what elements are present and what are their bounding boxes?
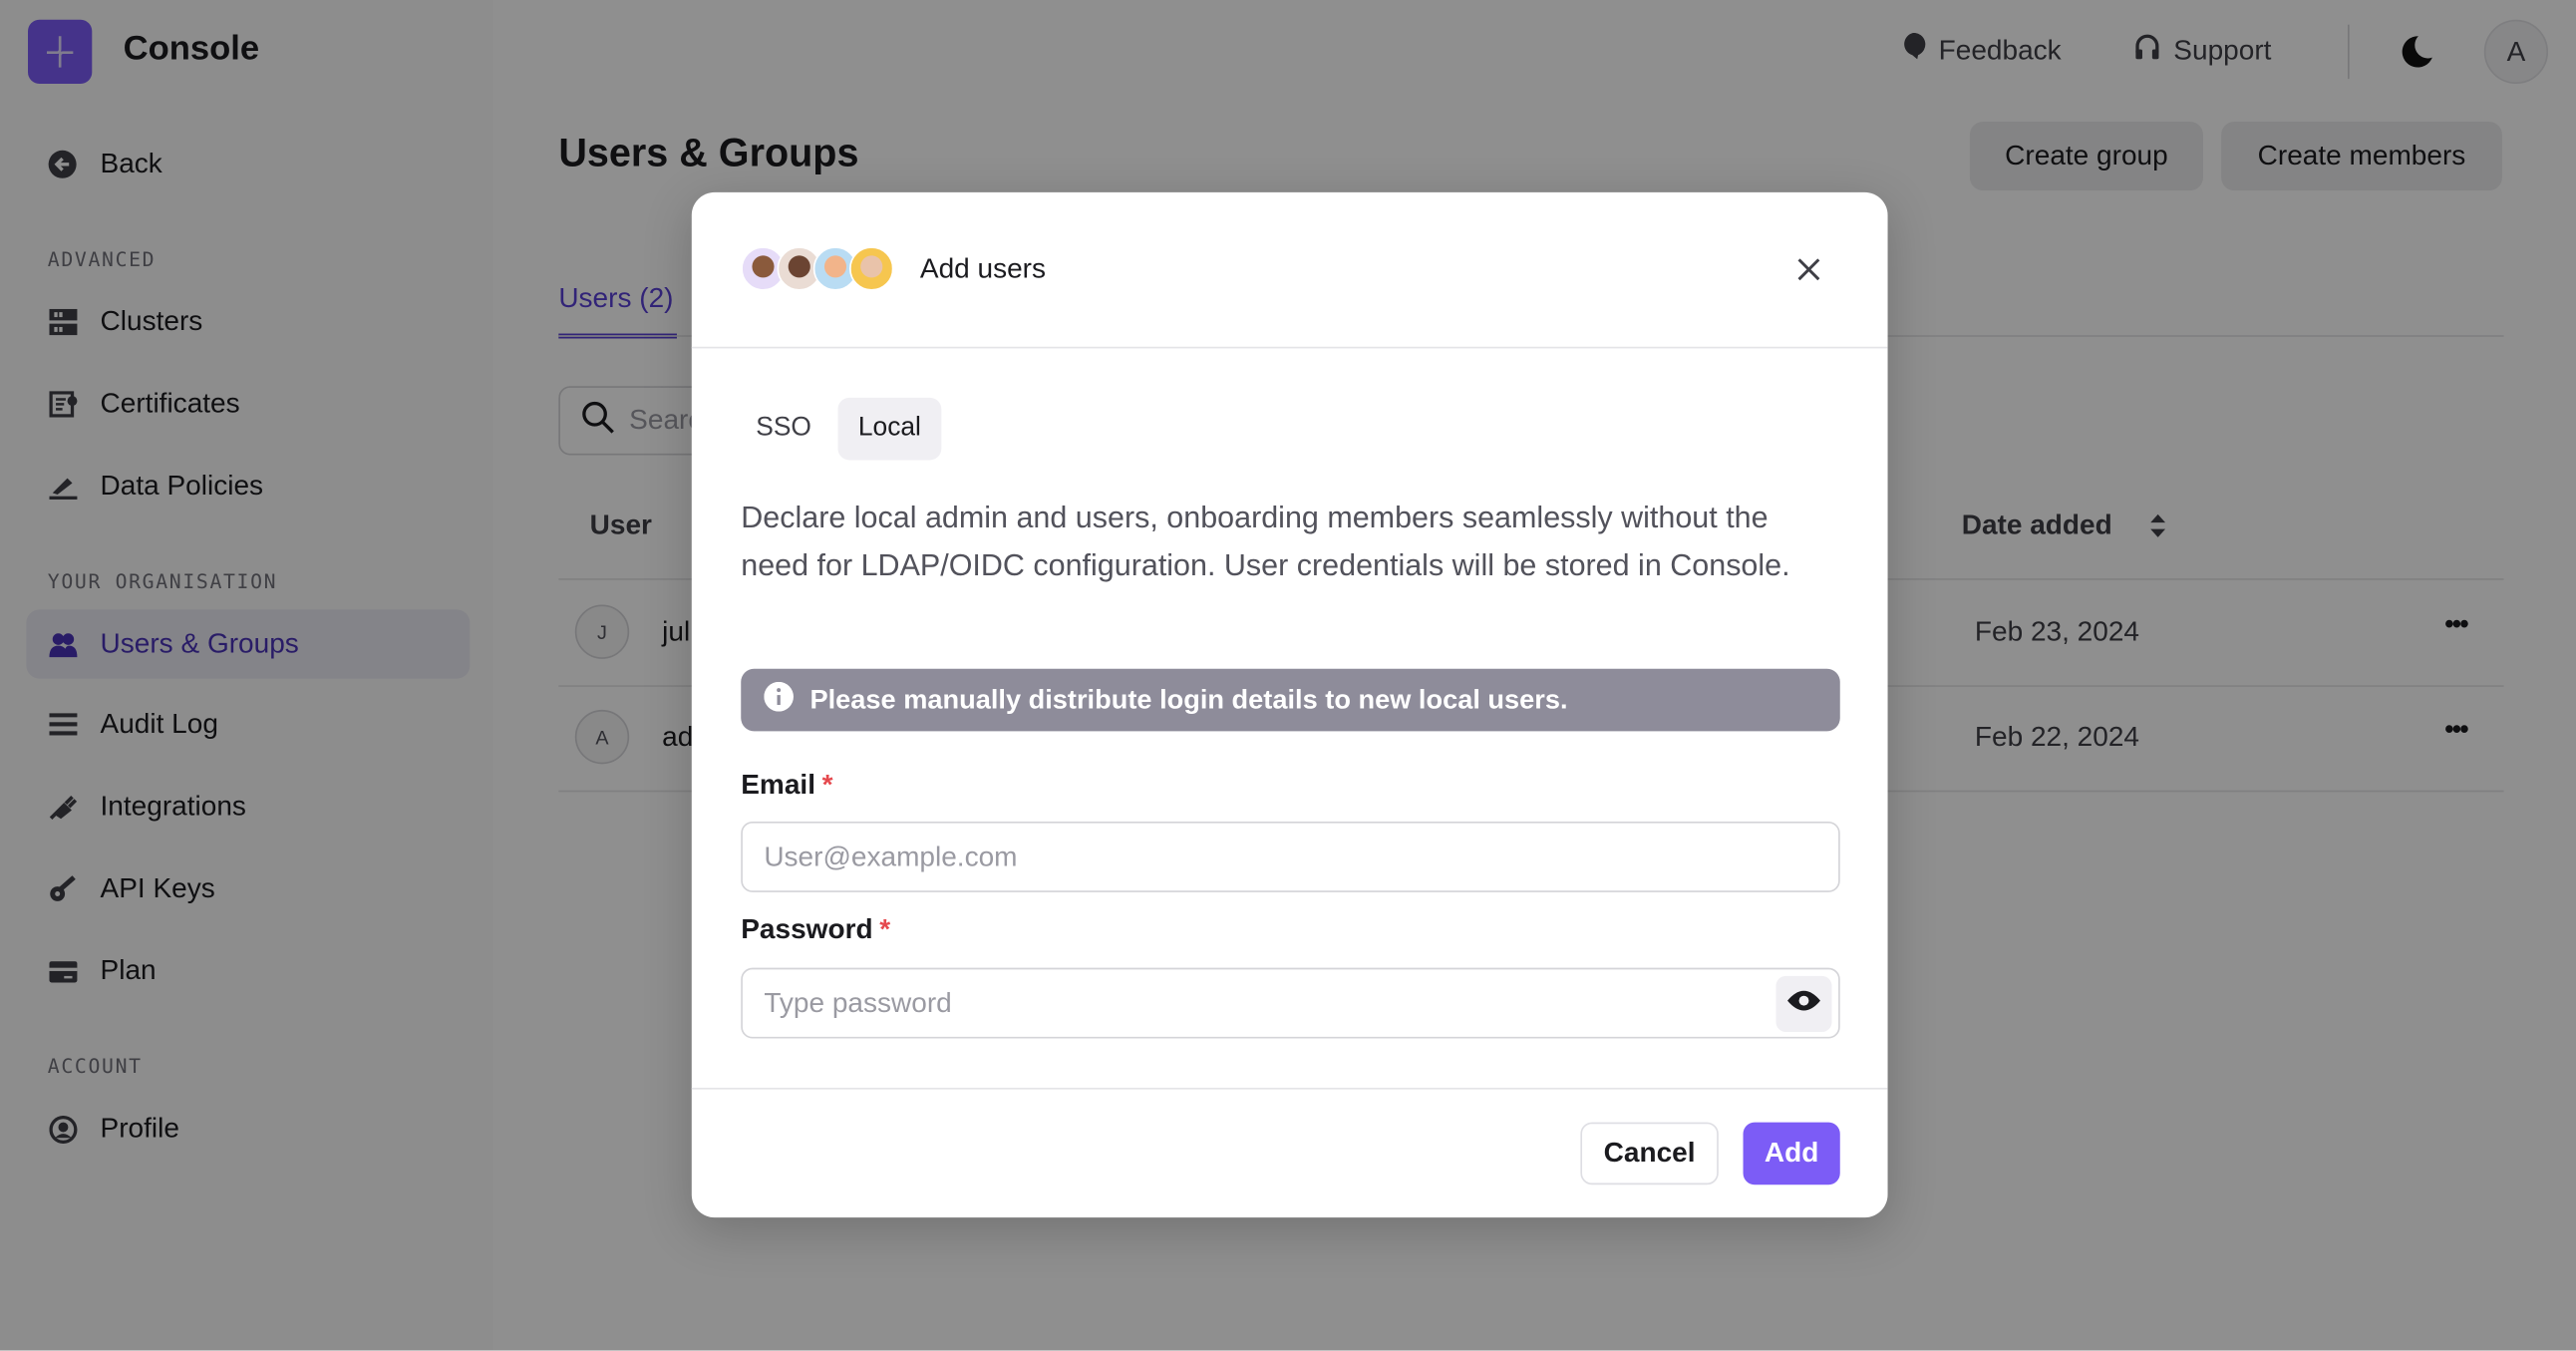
notice-text: Please manually distribute login details… xyxy=(809,684,1568,715)
eye-icon xyxy=(1787,987,1820,1020)
password-field[interactable]: Type password xyxy=(741,967,1840,1039)
header-divider xyxy=(691,346,1888,349)
footer-divider xyxy=(691,1087,1888,1090)
password-placeholder: Type password xyxy=(764,986,952,1018)
app-root: Console Back ADVANCED Clusters Certifica… xyxy=(0,0,2576,1351)
add-users-dialog: Add users SSO Local Declare local admin … xyxy=(691,191,1888,1218)
notice-banner: Please manually distribute login details… xyxy=(741,668,1840,732)
password-label: Password * xyxy=(741,913,891,945)
email-field[interactable]: User@example.com xyxy=(741,822,1840,892)
email-label: Email * xyxy=(741,769,833,801)
tab-sso[interactable]: SSO xyxy=(741,398,826,461)
toggle-password-visibility[interactable] xyxy=(1775,975,1832,1032)
add-button[interactable]: Add xyxy=(1743,1122,1840,1185)
close-icon[interactable] xyxy=(1795,256,1821,291)
tab-local[interactable]: Local xyxy=(837,397,942,461)
email-placeholder: User@example.com xyxy=(764,840,1018,872)
dialog-title: Add users xyxy=(919,252,1047,285)
dialog-description: Declare local admin and users, onboardin… xyxy=(741,499,1790,582)
cancel-button[interactable]: Cancel xyxy=(1580,1122,1719,1185)
info-icon xyxy=(764,681,794,719)
